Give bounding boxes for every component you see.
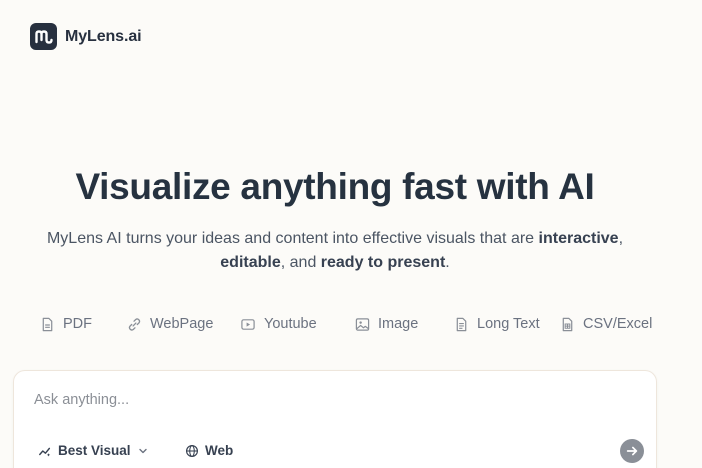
web-toggle-label: Web [205,443,234,458]
source-label: WebPage [150,316,214,332]
source-label: CSV/Excel [583,316,653,332]
subtitle-emphasis-interactive: interactive [538,230,619,247]
web-search-toggle[interactable]: Web [185,443,233,458]
source-label: Long Text [477,316,540,332]
subtitle-text: MyLens AI turns your ideas and content i… [46,230,539,247]
source-csv-excel[interactable]: CSV/Excel [560,316,652,332]
source-youtube[interactable]: Youtube [240,316,317,332]
hero-subtitle: MyLens AI turns your ideas and content i… [20,227,650,275]
landing-page: MyLens.ai Visualize anything fast with A… [0,0,702,468]
subtitle-text: , [618,230,624,247]
brand-logo[interactable]: MyLens.ai [30,23,142,50]
brand-name: MyLens.ai [65,27,142,45]
visual-mode-label: Best Visual [58,443,131,458]
hero-title: Visualize anything fast with AI [75,166,595,207]
source-pdf[interactable]: PDF [40,316,92,332]
arrow-right-icon [626,446,638,456]
send-button[interactable] [620,439,644,463]
source-label: PDF [63,316,92,332]
subtitle-emphasis-editable: editable [220,254,281,271]
file-icon [42,317,53,331]
subtitle-text: . [445,254,450,271]
source-type-list: PDF WebPage Youtube Image Long Text CSV/… [0,316,702,336]
mylens-logo-icon [30,23,57,50]
ask-composer: Best Visual Web [13,370,657,468]
source-image[interactable]: Image [355,316,418,332]
globe-icon [186,444,198,457]
image-icon [355,317,370,331]
visual-mode-dropdown[interactable]: Best Visual [38,443,149,458]
spreadsheet-icon [562,317,573,331]
document-icon [456,317,467,331]
sparkle-chart-icon [39,447,51,457]
subtitle-text: , and [280,254,321,271]
subtitle-emphasis-ready: ready to present [320,254,446,271]
video-icon [241,318,255,330]
link-icon [128,317,141,331]
source-label: Image [378,316,419,332]
source-long-text[interactable]: Long Text [454,316,540,332]
ask-input[interactable] [34,389,634,411]
source-webpage[interactable]: WebPage [127,316,213,332]
source-label: Youtube [264,316,317,332]
chevron-down-icon [138,448,147,453]
